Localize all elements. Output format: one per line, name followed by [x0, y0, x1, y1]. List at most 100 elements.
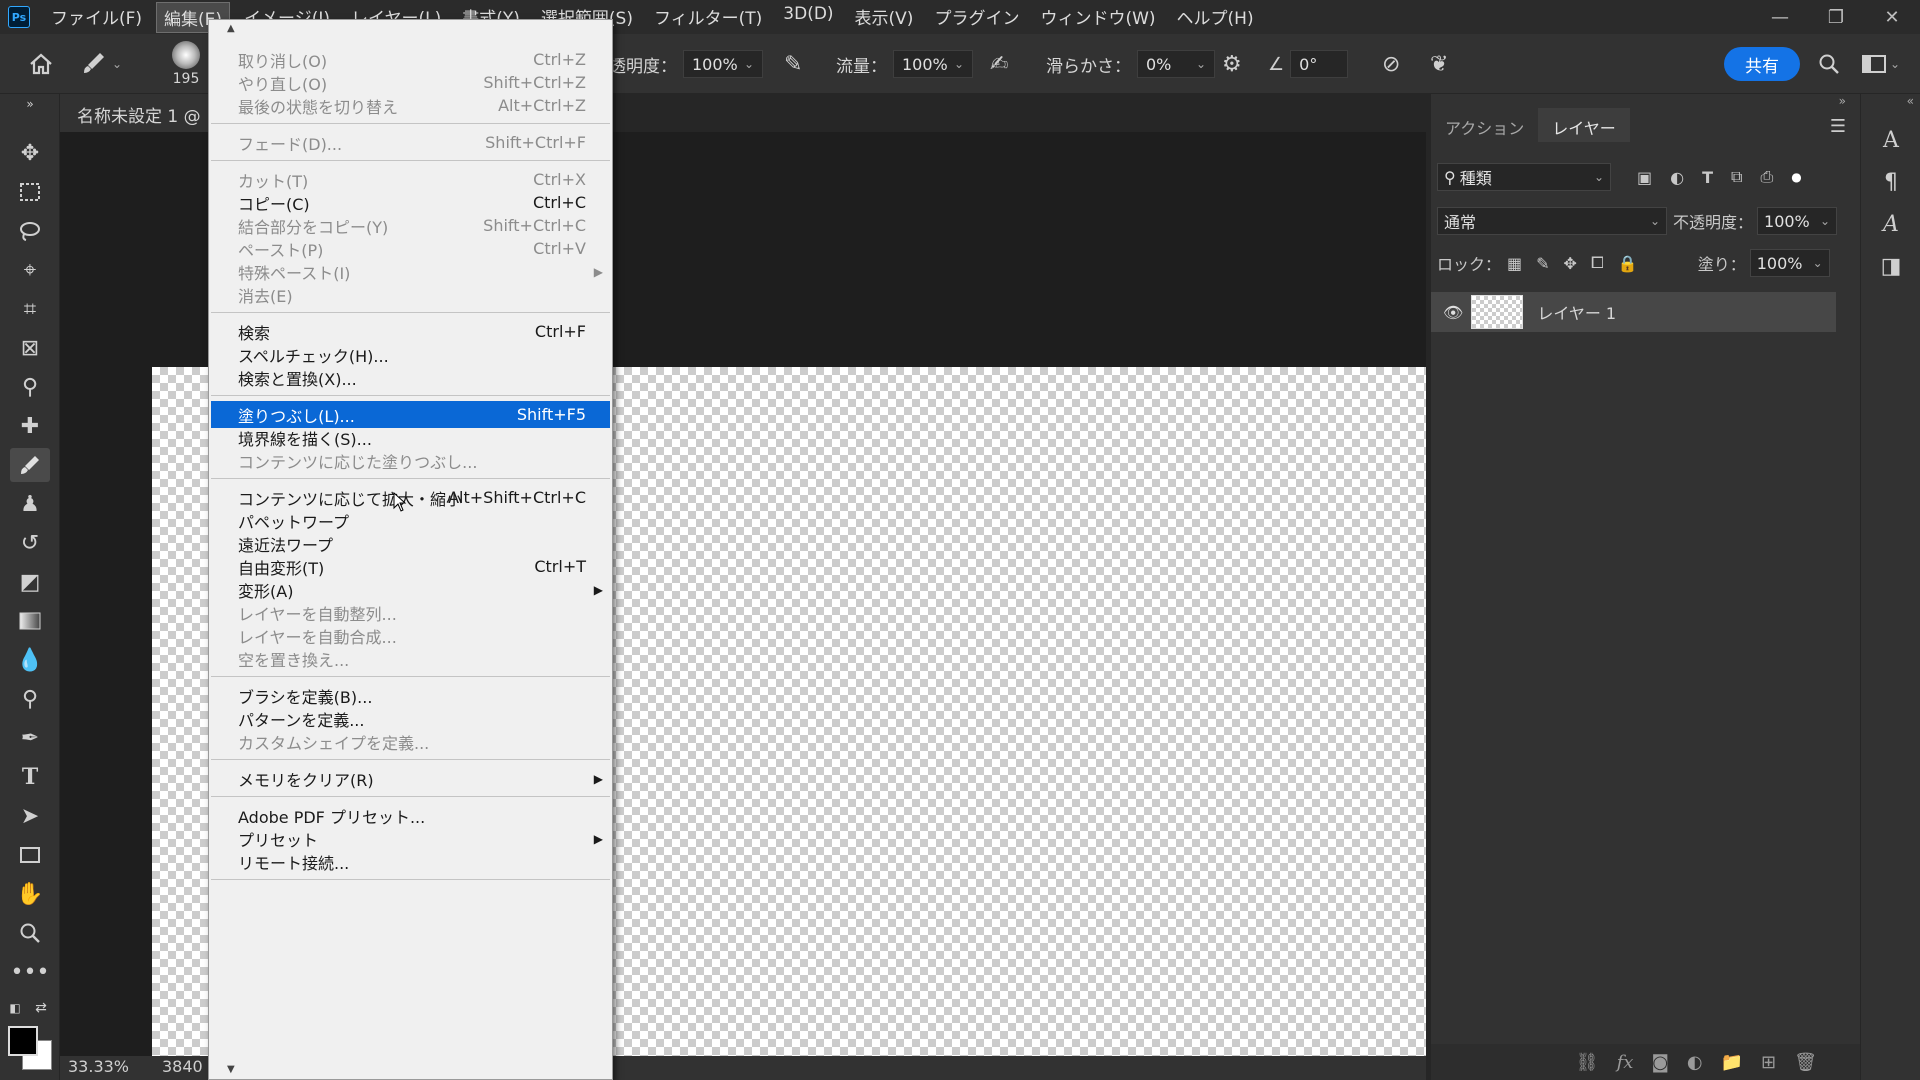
frame-tool-icon[interactable]: ⊠: [10, 331, 50, 365]
lasso-tool-icon[interactable]: [10, 214, 50, 248]
healing-brush-tool-icon[interactable]: ✚: [10, 409, 50, 443]
lock-position-icon[interactable]: ✥: [1564, 254, 1577, 273]
tab-actions[interactable]: アクション: [1431, 108, 1538, 142]
menu-item-10[interactable]: ウィンドウ(W): [1033, 2, 1162, 33]
fill-input[interactable]: 100% ⌄: [1749, 249, 1830, 277]
menu-item-11[interactable]: ヘルプ(H): [1170, 2, 1261, 33]
lock-image-icon[interactable]: ✎: [1536, 254, 1549, 273]
blend-mode-select[interactable]: 通常 ⌄: [1437, 207, 1667, 235]
lock-artboard-icon[interactable]: ⧠: [1591, 253, 1604, 273]
new-group-icon[interactable]: 📁: [1721, 1052, 1743, 1073]
chevron-down-icon: ⌄: [1195, 57, 1206, 71]
new-layer-icon[interactable]: ⊞: [1761, 1052, 1776, 1073]
home-icon[interactable]: [28, 34, 54, 94]
gear-icon[interactable]: ⚙: [1222, 34, 1242, 94]
brush-tool-icon[interactable]: [10, 448, 50, 482]
move-tool-icon[interactable]: ✥: [10, 136, 50, 170]
glyphs-panel-icon[interactable]: A: [1877, 212, 1905, 240]
filter-pixel-icon[interactable]: ▣: [1637, 168, 1652, 187]
gradient-tool-icon[interactable]: [10, 604, 50, 638]
properties-panel-icon[interactable]: ◨: [1877, 254, 1905, 282]
edit-menu-item[interactable]: フェード(D)... Shift+Ctrl+F: [211, 129, 610, 156]
eyedropper-tool-icon[interactable]: ⚲: [10, 370, 50, 404]
scroll-down-arrow-icon[interactable]: ▼: [227, 1064, 235, 1075]
workspace-switcher-icon[interactable]: ⌄: [1862, 34, 1900, 94]
menu-item-7[interactable]: 3D(D): [776, 2, 840, 33]
brush-preset-picker[interactable]: ⌄: [78, 34, 122, 94]
layer-opacity-input[interactable]: 100% ⌄: [1757, 207, 1838, 235]
opacity-input[interactable]: 100% ⌄: [683, 50, 763, 78]
crop-tool-icon[interactable]: ⌗: [10, 292, 50, 326]
layer-style-icon[interactable]: fx: [1617, 1052, 1634, 1073]
edit-menu-item[interactable]: 最後の状態を切り替え Alt+Ctrl+Z: [211, 92, 610, 119]
edit-menu-item[interactable]: 空を置き換え...: [211, 645, 610, 672]
filter-adjustment-icon[interactable]: ◐: [1670, 168, 1684, 187]
collapse-toolbar-icon[interactable]: »: [10, 96, 50, 112]
scroll-up-arrow-icon[interactable]: ▲: [227, 23, 235, 34]
path-selection-tool-icon[interactable]: ➤: [10, 799, 50, 833]
blur-tool-icon[interactable]: 💧: [10, 643, 50, 677]
document-tab[interactable]: 名称未設定 1 @: [60, 94, 210, 132]
link-layers-icon[interactable]: ⛓: [1576, 1052, 1599, 1073]
adjustment-layer-icon[interactable]: ◐: [1687, 1052, 1703, 1073]
add-mask-icon[interactable]: ◙: [1651, 1052, 1668, 1073]
flow-input[interactable]: 100% ⌄: [893, 50, 973, 78]
search-icon[interactable]: [1818, 34, 1840, 94]
history-brush-tool-icon[interactable]: ↺: [10, 526, 50, 560]
pen-tool-icon[interactable]: ✒: [10, 721, 50, 755]
pressure-opacity-icon[interactable]: ✎: [784, 34, 802, 94]
edit-menu-item[interactable]: コンテンツに応じた塗りつぶし...: [211, 447, 610, 474]
zoom-level[interactable]: 33.33%: [68, 1057, 129, 1076]
filter-shape-icon[interactable]: ⧉: [1731, 167, 1742, 187]
smoothing-input[interactable]: 0% ⌄: [1137, 50, 1215, 78]
airbrush-icon[interactable]: ✍: [990, 34, 1008, 94]
expand-panels-icon[interactable]: «: [1907, 94, 1914, 108]
delete-layer-icon[interactable]: 🗑: [1794, 1052, 1817, 1073]
filter-toggle-icon[interactable]: ●: [1791, 170, 1801, 184]
paragraph-panel-icon[interactable]: ¶: [1877, 170, 1905, 198]
zoom-tool-icon[interactable]: [10, 916, 50, 950]
edit-menu-item[interactable]: カスタムシェイプを定義...: [211, 728, 610, 755]
default-colors-icon[interactable]: ◧: [4, 998, 26, 1018]
restore-icon[interactable]: ❐: [1808, 7, 1864, 28]
panel-collapse-icon[interactable]: »: [1839, 94, 1846, 108]
edit-menu-item[interactable]: 消去(E): [211, 281, 610, 308]
tab-layers[interactable]: レイヤー: [1538, 108, 1630, 142]
lock-transparent-icon[interactable]: ▦: [1507, 254, 1522, 273]
edit-menu-item[interactable]: 検索と置換(X)...: [211, 364, 610, 391]
marquee-tool-icon[interactable]: [10, 175, 50, 209]
menu-item-9[interactable]: プラグイン: [927, 2, 1026, 33]
layer-name[interactable]: レイヤー 1: [1537, 300, 1616, 324]
menu-separator: [211, 796, 610, 797]
filter-smart-object-icon[interactable]: ⎙: [1760, 167, 1773, 187]
pressure-size-icon[interactable]: ⊘: [1382, 34, 1400, 94]
quick-selection-tool-icon[interactable]: ⌖: [10, 253, 50, 287]
close-icon[interactable]: ✕: [1864, 7, 1920, 28]
layer-filter-select[interactable]: ⚲ 種類 ⌄: [1437, 163, 1611, 191]
brush-size-preview[interactable]: 195: [172, 34, 200, 94]
minimize-icon[interactable]: —: [1752, 7, 1808, 28]
dodge-tool-icon[interactable]: ⚲: [10, 682, 50, 716]
more-tools-icon[interactable]: •••: [10, 955, 50, 989]
symmetry-icon[interactable]: ❦: [1430, 34, 1448, 94]
rectangle-tool-icon[interactable]: [10, 838, 50, 872]
angle-input[interactable]: 0°: [1290, 50, 1349, 78]
filter-type-icon[interactable]: T: [1702, 168, 1713, 187]
type-tool-icon[interactable]: T: [10, 760, 50, 794]
eraser-tool-icon[interactable]: ◩: [10, 565, 50, 599]
swap-colors-icon[interactable]: ⇄: [30, 998, 52, 1018]
menu-item-0[interactable]: ファイル(F): [44, 2, 149, 33]
menu-item-8[interactable]: 表示(V): [848, 2, 921, 33]
edit-menu-item[interactable]: メモリをクリア(R) ▶: [211, 765, 610, 792]
share-button[interactable]: 共有: [1724, 47, 1800, 81]
foreground-color-swatch[interactable]: [8, 1026, 38, 1056]
hand-tool-icon[interactable]: ✋: [10, 877, 50, 911]
layer-row[interactable]: 👁 レイヤー 1: [1431, 292, 1836, 332]
character-panel-icon[interactable]: A: [1877, 128, 1905, 156]
lock-all-icon[interactable]: 🔒: [1618, 254, 1638, 273]
panel-menu-icon[interactable]: ☰: [1830, 116, 1846, 137]
menu-item-6[interactable]: フィルター(T): [647, 2, 769, 33]
eye-icon[interactable]: 👁: [1443, 303, 1463, 322]
edit-menu-item[interactable]: リモート接続...: [211, 848, 610, 875]
clone-stamp-tool-icon[interactable]: ♟: [10, 487, 50, 521]
